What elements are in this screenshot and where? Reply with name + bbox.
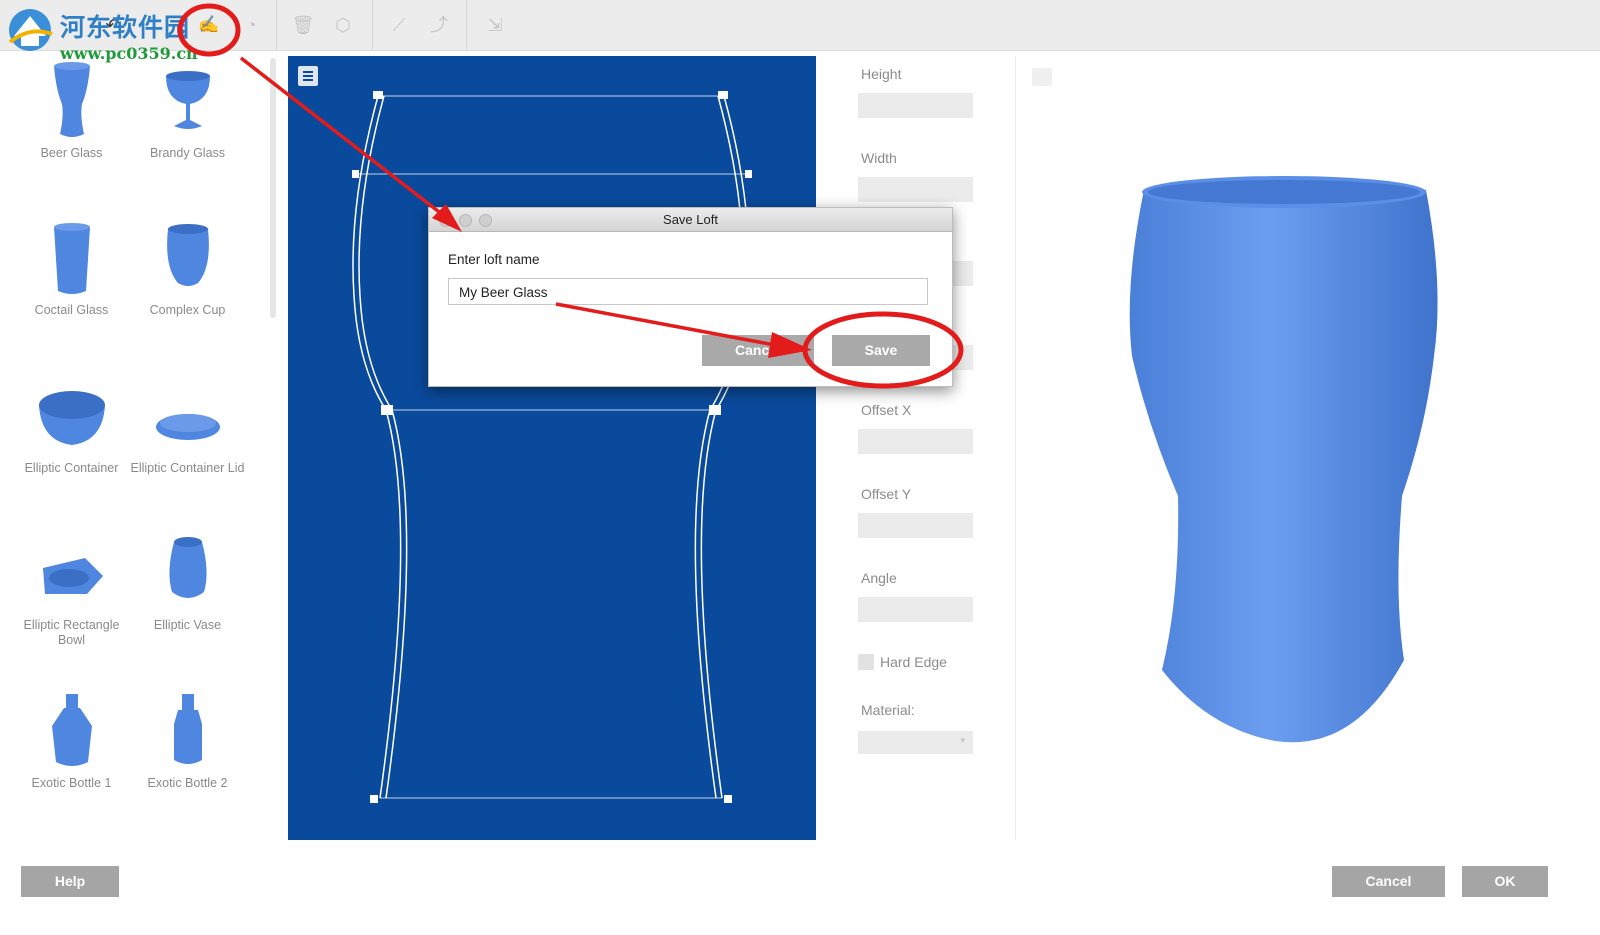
height-label: Height	[861, 66, 902, 82]
height-field[interactable]	[858, 93, 973, 118]
line-icon[interactable]: ⟋	[386, 12, 412, 38]
shape-library: Beer Glass Brandy Glass Coctail Glass Co…	[0, 52, 270, 852]
delete-icon[interactable]: 🗑	[290, 12, 316, 38]
ok-button[interactable]: OK	[1462, 866, 1548, 897]
angle-label: Angle	[861, 570, 897, 586]
load-icon[interactable]: ◔	[238, 12, 264, 38]
brandy-glass-icon	[165, 71, 210, 129]
library-item-elliptic-rectangle-bowl[interactable]: Elliptic Rectangle Bowl	[14, 524, 129, 664]
offset-x-field[interactable]	[858, 429, 973, 454]
loft-name-prompt: Enter loft name	[448, 252, 540, 267]
toolbar: ◔ 🗑 ⬡ ⟋ ⤴ ⇲ ↶ ✍	[0, 0, 1600, 51]
elliptic-rectangle-bowl-icon	[42, 558, 103, 594]
offset-y-label: Offset Y	[861, 486, 912, 502]
dialog-cancel-button[interactable]: Cancel	[702, 335, 814, 366]
library-item-label: Elliptic Rectangle Bowl	[23, 618, 120, 647]
library-item-label: Elliptic Container	[24, 461, 119, 475]
loft-profile-outline	[352, 91, 752, 803]
hard-edge-checkbox[interactable]	[858, 654, 874, 670]
minimize-icon[interactable]	[459, 214, 472, 227]
dialog-title: Save Loft	[663, 212, 718, 227]
dialog-title-bar: Save Loft	[429, 208, 952, 232]
library-item-elliptic-vase[interactable]: Elliptic Vase	[130, 524, 245, 664]
exotic-bottle-2-icon	[173, 694, 202, 764]
elliptic-container-lid-icon	[155, 414, 220, 440]
library-item-label: Complex Cup	[149, 303, 226, 317]
library-item-beer-glass[interactable]: Beer Glass	[14, 52, 129, 192]
material-label: Material:	[861, 702, 915, 718]
watermark-title: 河东软件园	[60, 13, 191, 42]
exotic-bottle-1-icon	[51, 694, 92, 766]
library-item-label: Brandy Glass	[149, 146, 226, 160]
library-item-exotic-bottle-2[interactable]: Exotic Bottle 2	[130, 682, 245, 822]
help-button[interactable]: Help	[21, 866, 119, 897]
chevron-down-icon: ▾	[960, 735, 965, 745]
3d-preview[interactable]	[1018, 56, 1600, 840]
angle-field[interactable]	[858, 597, 973, 622]
elliptic-vase-icon	[168, 537, 207, 598]
library-item-label: Elliptic Vase	[153, 618, 222, 632]
width-field[interactable]	[858, 177, 973, 202]
library-item-label: Exotic Bottle 1	[31, 776, 112, 790]
library-item-label: Coctail Glass	[34, 303, 109, 317]
shape-icon[interactable]: ⬡	[330, 12, 356, 38]
library-item-label: Beer Glass	[40, 146, 103, 160]
library-scrollbar[interactable]	[270, 58, 276, 318]
library-item-exotic-bottle-1[interactable]: Exotic Bottle 1	[14, 682, 129, 822]
library-item-label: Exotic Bottle 2	[147, 776, 228, 790]
close-icon[interactable]	[439, 214, 452, 227]
complex-cup-icon	[166, 224, 209, 286]
library-item-elliptic-container[interactable]: Elliptic Container	[14, 367, 129, 507]
library-item-coctail-glass[interactable]: Coctail Glass	[14, 209, 129, 349]
cancel-button[interactable]: Cancel	[1332, 866, 1445, 897]
loft-editor-canvas[interactable]	[288, 56, 816, 840]
material-select[interactable]: ▾	[858, 731, 973, 754]
library-item-label: Elliptic Container Lid	[130, 461, 245, 475]
library-item-elliptic-container-lid[interactable]: Elliptic Container Lid	[130, 367, 245, 507]
loft-name-input[interactable]: My Beer Glass	[448, 278, 928, 305]
library-item-complex-cup[interactable]: Complex Cup	[130, 209, 245, 349]
offset-x-label: Offset X	[861, 402, 912, 418]
beer-glass-model-icon	[1129, 176, 1438, 743]
library-item-brandy-glass[interactable]: Brandy Glass	[130, 52, 245, 192]
export-icon[interactable]: ⇲	[482, 12, 508, 38]
offset-y-field[interactable]	[858, 513, 973, 538]
toolbar-divider	[466, 0, 467, 50]
elliptic-container-icon	[38, 391, 105, 445]
toolbar-divider	[276, 0, 277, 50]
coctail-glass-icon	[53, 223, 90, 294]
dialog-save-button[interactable]: Save	[832, 335, 930, 366]
watermark-logo-icon	[8, 9, 53, 51]
beer-glass-icon	[53, 62, 90, 137]
panel-divider	[1015, 56, 1016, 840]
zoom-icon[interactable]	[479, 214, 492, 227]
hard-edge-label: Hard Edge	[880, 654, 947, 670]
width-label: Width	[861, 150, 897, 166]
properties-panel: Height Width Offset X Offset Y Angle Har…	[858, 56, 998, 776]
toolbar-divider	[372, 0, 373, 50]
save-loft-dialog: Save Loft Enter loft name My Beer Glass …	[428, 207, 953, 387]
curve-icon[interactable]: ⤴	[426, 12, 452, 38]
